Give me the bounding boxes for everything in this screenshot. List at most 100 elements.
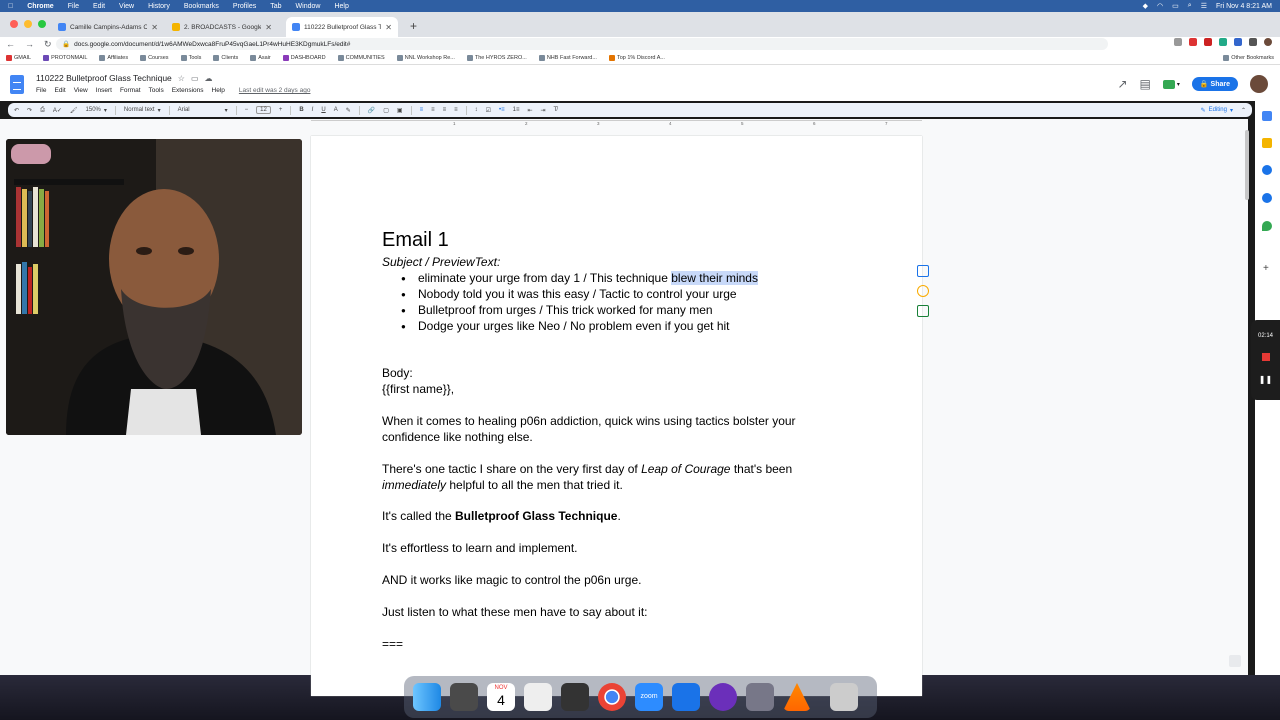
ruler-track[interactable]: 1 2 3 4 5 6 7 bbox=[311, 120, 922, 126]
highlight-icon[interactable]: ✎ bbox=[346, 107, 351, 114]
bookmark-item[interactable]: Tools bbox=[180, 54, 201, 61]
menubar-item-help[interactable]: Help bbox=[334, 3, 348, 10]
bookmark-item[interactable]: NHB Fast Forward... bbox=[538, 54, 597, 61]
clear-formatting-icon[interactable]: T̸ bbox=[554, 107, 558, 113]
browser-tab[interactable]: Camille Campins-Adams Copy ✕ bbox=[52, 17, 164, 37]
dropbox-icon[interactable]: ◆ bbox=[1143, 2, 1148, 10]
italic-icon[interactable]: I bbox=[312, 107, 314, 113]
last-edit-link[interactable]: Last edit was 2 days ago bbox=[239, 87, 311, 94]
calendar-icon[interactable] bbox=[1262, 111, 1272, 121]
align-left-icon[interactable]: ≡ bbox=[420, 107, 424, 113]
menu-extensions[interactable]: Extensions bbox=[172, 87, 204, 94]
user-avatar[interactable] bbox=[1250, 75, 1268, 93]
reader-app-icon[interactable] bbox=[561, 683, 589, 711]
menubar-item-view[interactable]: View bbox=[119, 3, 134, 10]
align-center-icon[interactable]: ≡ bbox=[431, 107, 435, 113]
add-emoji-icon[interactable] bbox=[917, 285, 929, 297]
maps-icon[interactable] bbox=[1262, 221, 1272, 231]
suggest-edits-icon[interactable] bbox=[917, 305, 929, 317]
address-bar[interactable]: 🔒 docs.google.com/document/d/1w6AMWeDxwc… bbox=[56, 38, 1108, 50]
menubar-item-window[interactable]: Window bbox=[296, 3, 321, 10]
close-window-icon[interactable] bbox=[10, 20, 18, 28]
wifi-icon[interactable]: ◠ bbox=[1157, 2, 1163, 10]
docs-app-icon[interactable] bbox=[672, 683, 700, 711]
close-tab-icon[interactable]: ✕ bbox=[265, 23, 272, 32]
finder-icon[interactable] bbox=[413, 683, 441, 711]
vlc-icon[interactable] bbox=[783, 683, 811, 711]
menubar-app-name[interactable]: Chrome bbox=[27, 3, 53, 10]
share-button[interactable]: 🔒 Share bbox=[1191, 77, 1238, 91]
menubar-item-history[interactable]: History bbox=[148, 3, 170, 10]
align-justify-icon[interactable]: ≡ bbox=[454, 107, 458, 113]
bookmark-item[interactable]: NNL Workshop Re... bbox=[396, 54, 455, 61]
bookmark-item[interactable]: Clients bbox=[213, 54, 238, 61]
document-page[interactable]: Email 1 Subject / PreviewText: eliminate… bbox=[311, 136, 922, 696]
redo-icon[interactable]: ↷ bbox=[27, 107, 32, 114]
puzzle-icon[interactable] bbox=[1249, 38, 1257, 46]
extension-icon[interactable] bbox=[1219, 38, 1227, 46]
insert-image-icon[interactable]: ▣ bbox=[397, 107, 403, 114]
minimize-window-icon[interactable] bbox=[24, 20, 32, 28]
star-icon[interactable]: ☆ bbox=[178, 74, 185, 83]
menubar-item-tab[interactable]: Tab bbox=[270, 3, 281, 10]
menubar-item-file[interactable]: File bbox=[68, 3, 79, 10]
screenshot-app-icon[interactable] bbox=[746, 683, 774, 711]
chrome-icon[interactable] bbox=[598, 683, 626, 711]
increase-indent-icon[interactable]: ⇥ bbox=[541, 107, 546, 114]
menubar-item-edit[interactable]: Edit bbox=[93, 3, 105, 10]
bulleted-list-icon[interactable]: •≡ bbox=[499, 107, 505, 113]
menubar-item-bookmarks[interactable]: Bookmarks bbox=[184, 3, 219, 10]
extension-icon[interactable] bbox=[1174, 38, 1182, 46]
bookmark-item[interactable]: Top 1% Discord A... bbox=[608, 54, 665, 61]
bold-icon[interactable]: B bbox=[299, 107, 303, 113]
back-icon[interactable]: ← bbox=[6, 39, 15, 49]
forward-icon[interactable]: → bbox=[25, 39, 34, 49]
add-addon-icon[interactable]: + bbox=[1263, 263, 1269, 274]
text-color-icon[interactable]: A bbox=[334, 107, 338, 113]
calculator-icon[interactable] bbox=[450, 683, 478, 711]
cloud-status-icon[interactable]: ☁ bbox=[205, 74, 213, 83]
zoom-select[interactable]: 150% ▾ bbox=[86, 107, 107, 114]
apple-icon[interactable]:  bbox=[8, 3, 13, 10]
docs-logo-icon[interactable] bbox=[10, 75, 24, 94]
extension-icon[interactable] bbox=[1189, 38, 1197, 46]
maximize-window-icon[interactable] bbox=[38, 20, 46, 28]
menubar-item-profiles[interactable]: Profiles bbox=[233, 3, 256, 10]
browser-tab-active[interactable]: 110222 Bulletproof Glass Techn ✕ bbox=[286, 17, 398, 37]
calendar-app-icon[interactable]: NOV 4 bbox=[487, 683, 515, 711]
bookmark-item[interactable]: Asair bbox=[250, 54, 271, 61]
link-icon[interactable]: 🔗 bbox=[368, 107, 375, 114]
undo-icon[interactable]: ↶ bbox=[14, 107, 19, 114]
collapse-menus-icon[interactable]: ⌃ bbox=[1241, 107, 1246, 114]
align-right-icon[interactable]: ≡ bbox=[443, 107, 447, 113]
paint-format-icon[interactable]: 🖌 bbox=[70, 107, 78, 114]
battery-icon[interactable]: ▭ bbox=[1172, 2, 1179, 10]
comments-icon[interactable]: ▤ bbox=[1140, 77, 1151, 91]
add-comment-icon[interactable]: ▢ bbox=[383, 107, 389, 114]
other-bookmarks[interactable]: Other Bookmarks bbox=[1223, 54, 1274, 61]
zoom-icon[interactable]: zoom bbox=[635, 683, 663, 711]
menubar-clock[interactable]: Fri Nov 4 8:21 AM bbox=[1216, 3, 1272, 10]
style-select[interactable]: Normal text ▾ bbox=[124, 107, 161, 114]
explore-icon[interactable] bbox=[1229, 655, 1241, 667]
menu-format[interactable]: Format bbox=[120, 87, 141, 94]
extension-icon[interactable] bbox=[1204, 38, 1212, 46]
extension-icon[interactable] bbox=[1234, 38, 1242, 46]
bookmark-item[interactable]: DASHBOARD bbox=[282, 54, 326, 61]
doc-title[interactable]: 110222 Bulletproof Glass Technique bbox=[36, 73, 172, 83]
close-tab-icon[interactable]: ✕ bbox=[385, 23, 392, 32]
profile-avatar[interactable] bbox=[1264, 38, 1272, 46]
bookmark-item[interactable]: The HYROS ZERO... bbox=[466, 54, 527, 61]
spellcheck-icon[interactable]: A✓ bbox=[53, 107, 62, 114]
menu-file[interactable]: File bbox=[36, 87, 46, 94]
checklist-icon[interactable]: ☑ bbox=[486, 107, 491, 114]
menu-view[interactable]: View bbox=[74, 87, 88, 94]
menu-insert[interactable]: Insert bbox=[96, 87, 112, 94]
menu-edit[interactable]: Edit bbox=[54, 87, 65, 94]
podcast-icon[interactable] bbox=[709, 683, 737, 711]
trash-icon[interactable] bbox=[830, 683, 858, 711]
control-center-icon[interactable]: ☰ bbox=[1201, 2, 1207, 10]
close-tab-icon[interactable]: ✕ bbox=[151, 23, 158, 32]
search-spotlight-icon[interactable]: ⌕ bbox=[1188, 2, 1192, 10]
line-spacing-icon[interactable]: ↕ bbox=[475, 107, 478, 113]
